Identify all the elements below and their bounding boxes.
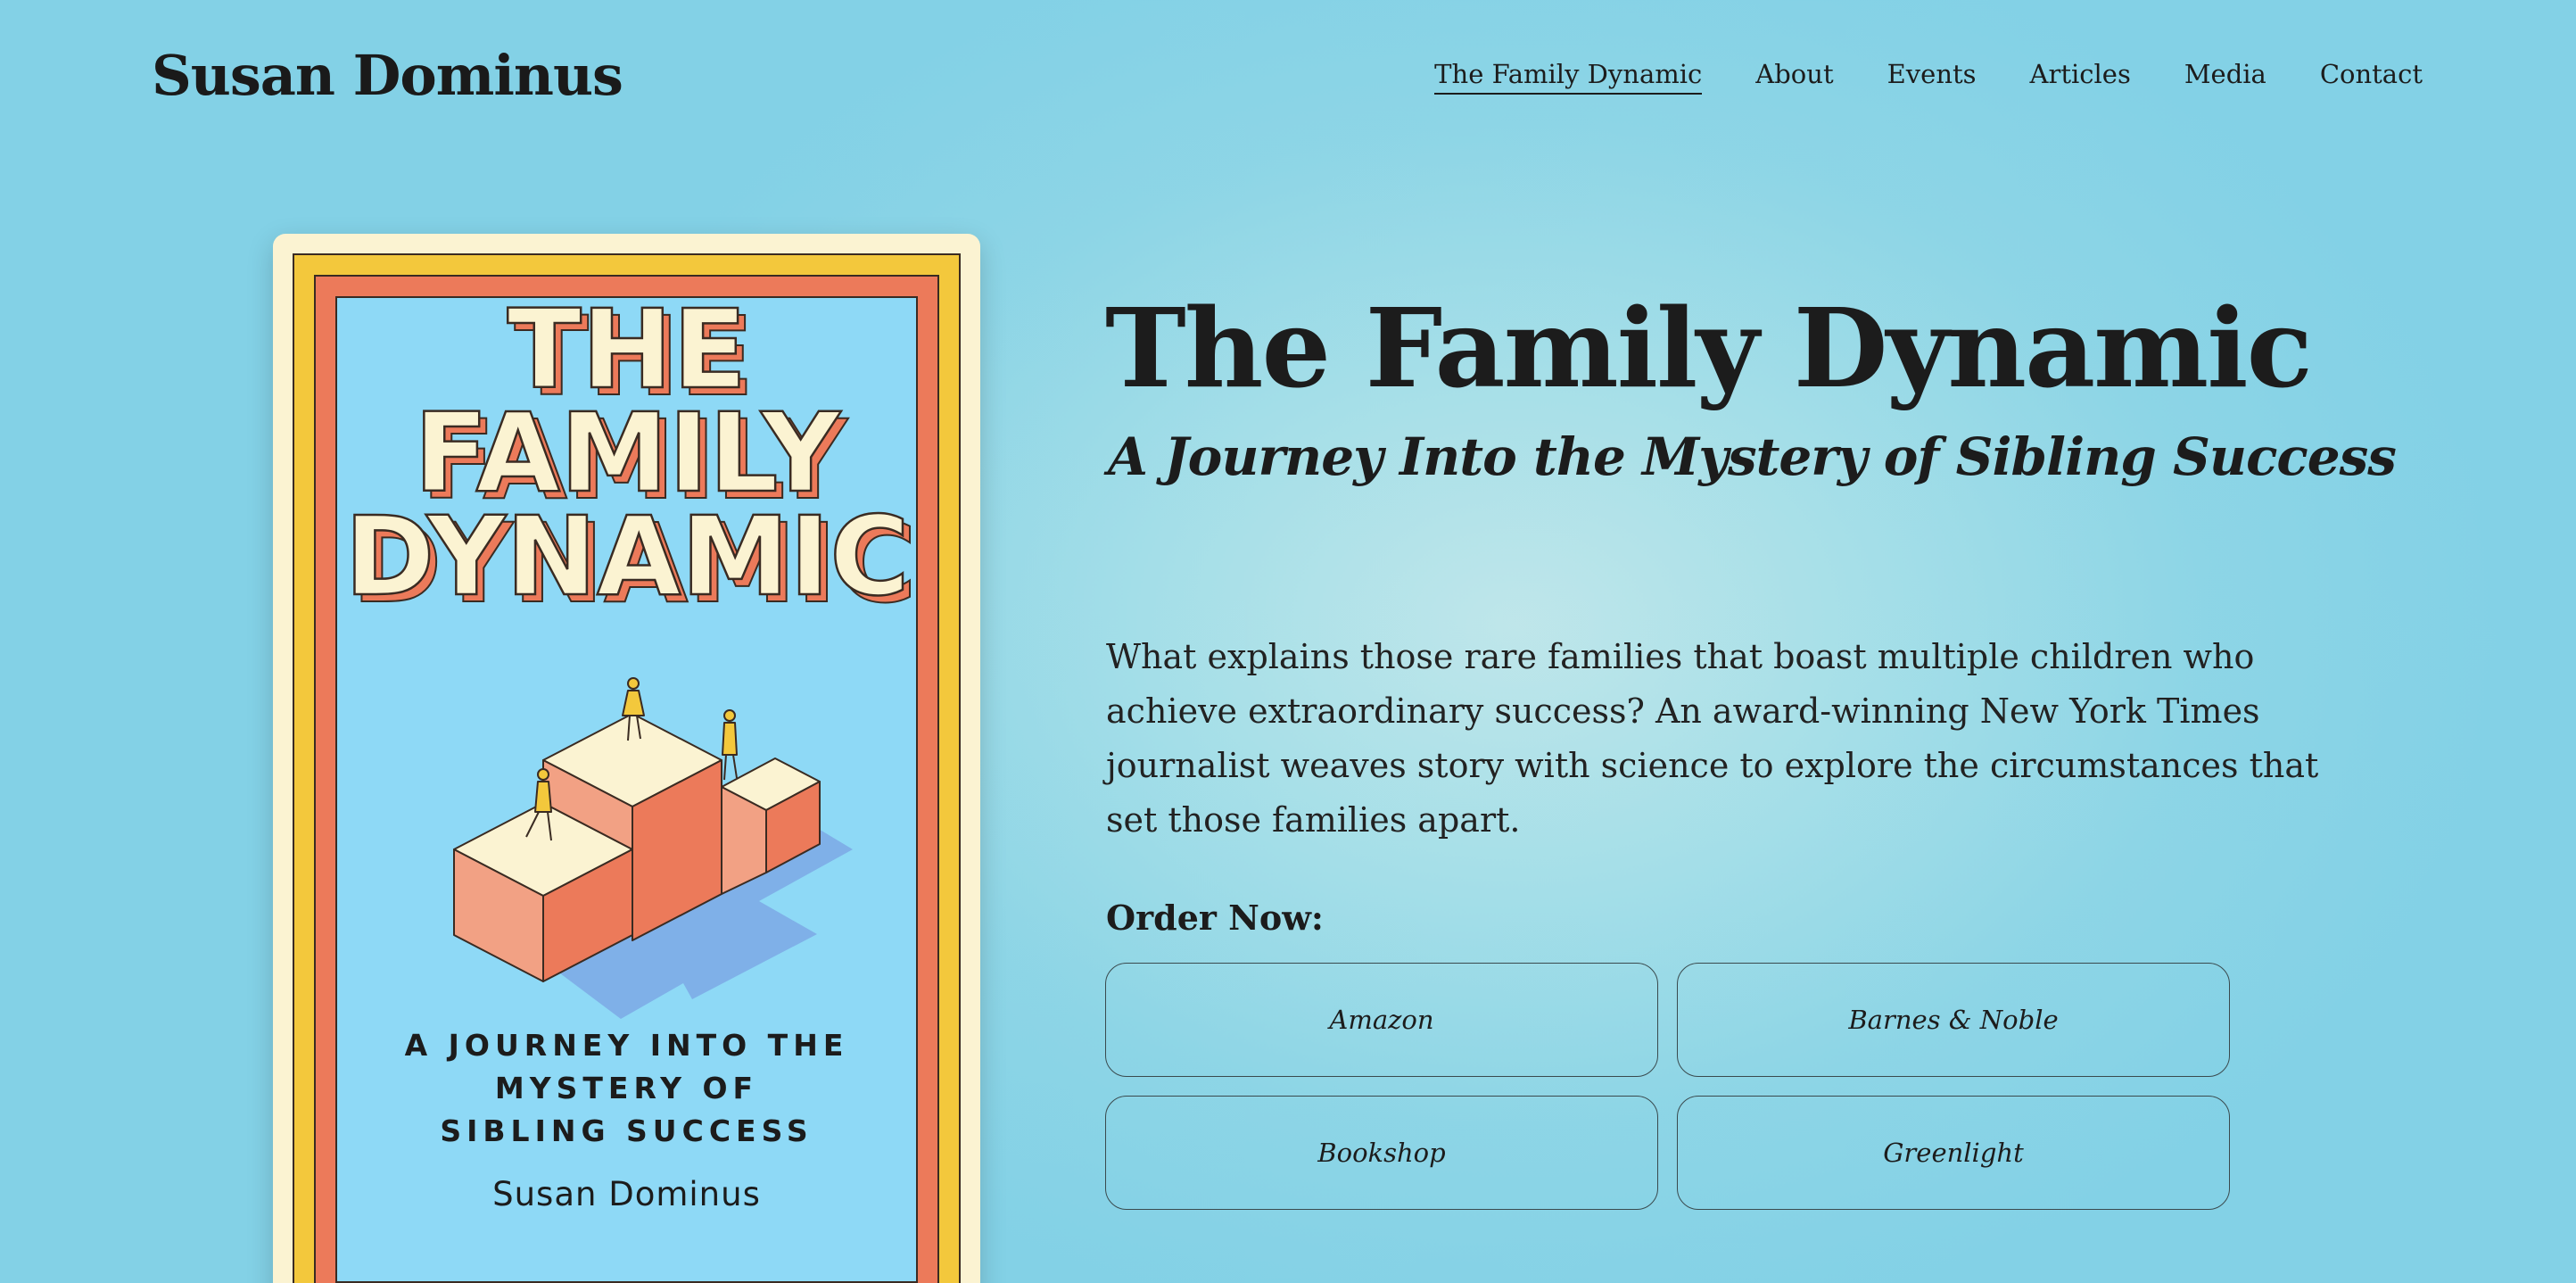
nav-item-articles[interactable]: Articles (2030, 59, 2131, 95)
page-title: The Family Dynamic (1105, 284, 2313, 412)
nav-item-the-family-dynamic[interactable]: The Family Dynamic (1434, 59, 1703, 95)
cover-subtitle-line-3: SIBLING SUCCESS (440, 1113, 813, 1148)
order-amazon-button[interactable]: Amazon (1105, 963, 1658, 1077)
cover-subtitle: A JOURNEY INTO THE MYSTERY OF SIBLING SU… (273, 1024, 980, 1153)
cover-subtitle-line-1: A JOURNEY INTO THE (404, 1028, 849, 1063)
order-bookshop-button[interactable]: Bookshop (1105, 1096, 1658, 1210)
nav-item-about[interactable]: About (1755, 59, 1833, 95)
book-description: What explains those rare families that b… (1106, 637, 2319, 840)
site-title[interactable]: Susan Dominus (152, 43, 623, 108)
main-nav: The Family Dynamic About Events Articles… (1434, 59, 2423, 95)
nav-item-contact[interactable]: Contact (2320, 59, 2423, 95)
cover-author: Susan Dominus (492, 1175, 761, 1213)
book-cover: THE FAMILY DYNAMIC THE FAMILY DYNAMIC A … (273, 234, 980, 1283)
order-barnes-noble-button[interactable]: Barnes & Noble (1677, 963, 2230, 1077)
order-now-label: Order Now: (1106, 898, 1324, 938)
cover-subtitle-line-2: MYSTERY OF (494, 1071, 759, 1105)
cover-title-line-3: DYNAMIC (344, 493, 910, 620)
order-greenlight-button[interactable]: Greenlight (1677, 1096, 2230, 1210)
podium-illustration (453, 677, 853, 1019)
page-subtitle: A Journey Into the Mystery of Sibling Su… (1108, 426, 2397, 487)
nav-item-events[interactable]: Events (1887, 59, 1977, 95)
nav-item-media[interactable]: Media (2184, 59, 2266, 95)
